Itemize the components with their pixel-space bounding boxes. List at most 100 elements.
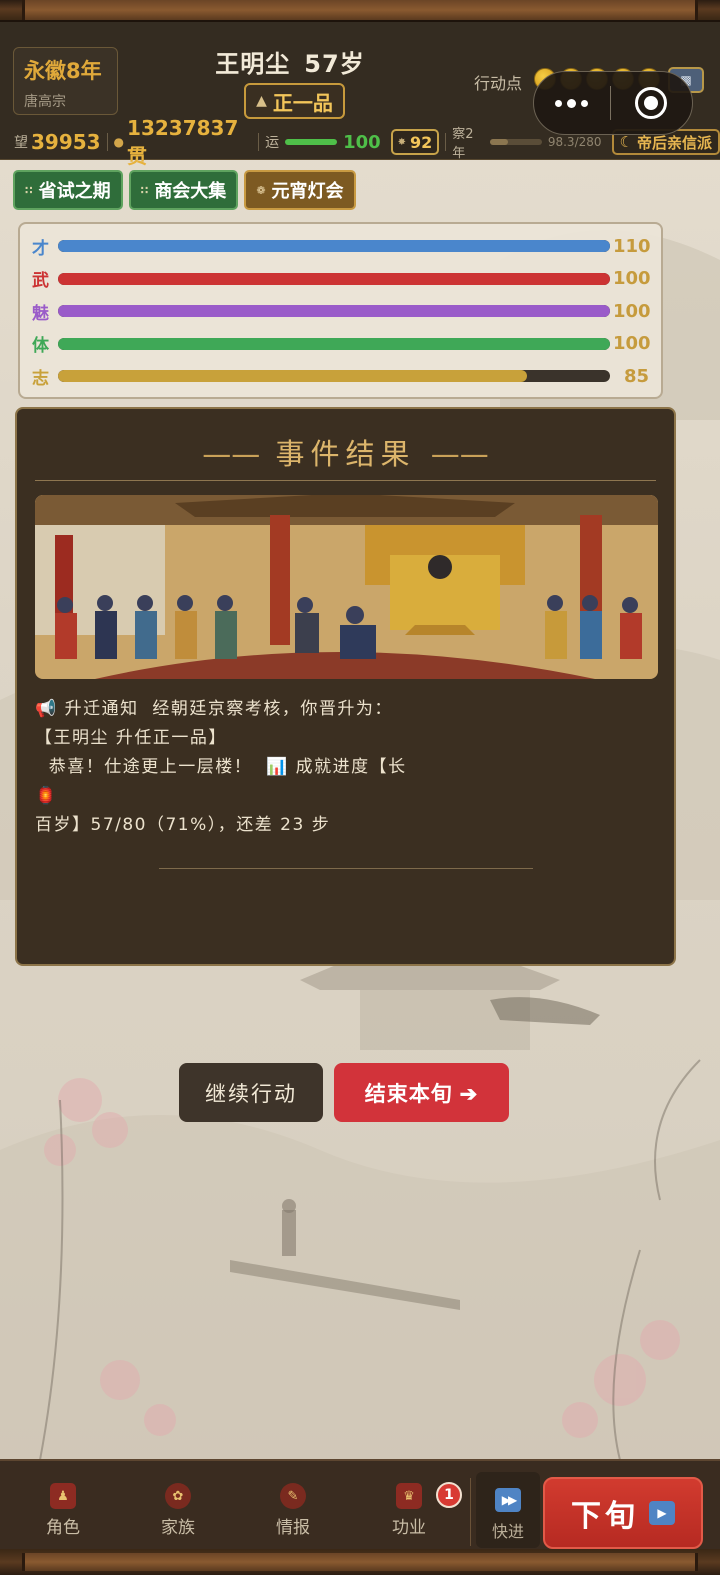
character-age: 57岁: [304, 50, 365, 78]
bottom-scroll-frame: [0, 1549, 720, 1575]
money-bag-icon: ●: [113, 135, 125, 149]
divider: [258, 133, 260, 151]
top-scroll-frame: [0, 0, 720, 22]
attribute-bar: [58, 305, 610, 318]
rank-badge[interactable]: ▲ 正一品: [244, 83, 345, 119]
court-scene-illustration: [35, 495, 658, 679]
family-crest-icon: ✿: [165, 1483, 191, 1509]
luck-label: 运: [265, 135, 280, 151]
nav-item-family[interactable]: ✿ 家族: [138, 1483, 218, 1543]
nav-item-intel[interactable]: ✎ 情报: [253, 1483, 333, 1543]
attributes-panel: 才 110 武 100 魅 100 体 100 志 85: [18, 222, 663, 399]
character-name: 王明尘: [215, 50, 291, 78]
prestige-label: 望: [14, 135, 28, 151]
play-icon: ▶: [649, 1501, 675, 1525]
attribute-row: 志 85: [32, 360, 649, 393]
nav-label: 家族: [161, 1518, 195, 1538]
nav-label: 角色: [46, 1518, 80, 1538]
luck-stat: 运 100: [265, 132, 381, 153]
attribute-row: 才 110: [32, 230, 651, 263]
nav-item-character[interactable]: ♟ 角色: [23, 1483, 103, 1543]
person-icon: ♟: [50, 1483, 76, 1509]
divider: [159, 868, 533, 869]
dots-icon: ∷: [140, 183, 149, 197]
attribute-bar: [58, 272, 610, 285]
next-period-button[interactable]: 下旬 ▶: [543, 1477, 703, 1549]
attribute-value: 85: [623, 365, 649, 387]
attribute-name: 魅: [32, 303, 49, 324]
event-result-text: 📢 升迁通知 经朝廷京察考核，你晋升为： 【王明尘 升任正一品】 恭喜！仕途更上…: [35, 695, 658, 840]
attribute-bar-fill: [58, 240, 610, 253]
nav-label: 功业: [392, 1518, 426, 1538]
fast-forward-label: 快进: [491, 1522, 524, 1541]
mini-program-capsule: [533, 71, 693, 135]
event-line: 🏮: [35, 786, 58, 806]
fast-forward-icon: ▶▶: [495, 1488, 521, 1512]
lantern-icon: ❁: [256, 183, 266, 197]
scroll-icon: ✎: [280, 1483, 306, 1509]
nav-label: 情报: [276, 1518, 310, 1538]
end-turn-button[interactable]: 结束本旬 ➔: [334, 1063, 509, 1122]
event-line: 【王明尘 升任正一品】: [35, 728, 227, 748]
event-tag[interactable]: ∷ 商会大集: [128, 170, 239, 210]
luck-value: 100: [343, 131, 381, 153]
dots-icon: ∷: [25, 183, 33, 197]
attribute-bar-fill: [58, 305, 610, 318]
era-label: 永徽8年: [24, 59, 102, 83]
divider: [35, 480, 656, 481]
event-tag-label: 省试之期: [38, 181, 111, 202]
inspect-label: 察2年: [452, 127, 474, 161]
event-line: 恭喜！仕途更上一层楼！ 📊 成就进度【长: [35, 757, 407, 777]
event-tags: ∷ 省试之期 ∷ 商会大集 ❁ 元宵灯会: [13, 170, 356, 210]
attribute-bar-fill: [58, 272, 610, 285]
attribute-bar: [58, 337, 610, 350]
close-target-icon[interactable]: [611, 87, 692, 119]
attribute-name: 才: [32, 238, 49, 259]
medal-icon: ♛: [396, 1483, 422, 1509]
attribute-name: 武: [32, 271, 49, 292]
attribute-row: 体 100: [32, 328, 651, 361]
prestige-stat: 望 39953: [14, 130, 101, 154]
attribute-bar: [58, 240, 610, 253]
event-tag[interactable]: ∷ 省试之期: [13, 170, 123, 210]
event-result-panel: —— 事件结果 —— 📢 升迁通知 经朝廷京察考核，你晋升为： 【王明尘 升任正…: [15, 407, 676, 966]
rank-label: 正一品: [272, 90, 333, 115]
divider: [106, 133, 108, 151]
coin-icon: ✸: [397, 136, 407, 148]
event-tag[interactable]: ❁ 元宵灯会: [244, 170, 356, 210]
inspect-value: 98.3/280: [547, 135, 602, 149]
notification-badge: 1: [436, 1482, 462, 1508]
event-line: 📢 升迁通知 经朝廷京察考核，你晋升为：: [35, 699, 393, 719]
merit-badge-value: 92: [410, 132, 433, 152]
emperor-label: 唐高宗: [24, 94, 66, 110]
attribute-value: 110: [613, 235, 651, 257]
more-menu-icon[interactable]: [534, 98, 610, 108]
money-stat: ● 13237837贯: [114, 116, 253, 169]
event-line: 百岁】57/80（71%），还差 23 步: [35, 815, 331, 835]
inspect-progress-bar: [490, 139, 542, 145]
event-result-title: —— 事件结果 ——: [202, 437, 489, 471]
character-name-line: 王明尘 57岁: [190, 44, 390, 79]
moon-icon: ☾: [619, 133, 633, 151]
fast-forward-button[interactable]: ▶▶ 快进: [476, 1472, 540, 1548]
attribute-value: 100: [613, 268, 651, 290]
event-tag-label: 元宵灯会: [271, 181, 344, 202]
luck-bar: [285, 139, 338, 145]
attribute-value: 100: [613, 333, 651, 355]
divider: [445, 133, 447, 151]
attribute-name: 体: [32, 336, 49, 357]
era-box[interactable]: 永徽8年 唐高宗: [13, 47, 118, 115]
divider: [470, 1478, 471, 1546]
attribute-row: 武 100: [32, 263, 651, 296]
merit-badge[interactable]: ✸ 92: [390, 129, 440, 155]
attribute-row: 魅 100: [32, 295, 651, 328]
prestige-value: 39953: [31, 130, 101, 154]
action-points-label: 行动点: [474, 74, 523, 93]
attribute-bar-fill: [58, 370, 528, 383]
attribute-name: 志: [32, 368, 49, 389]
attribute-value: 100: [613, 300, 651, 322]
event-tag-label: 商会大集: [154, 181, 227, 202]
continue-action-button[interactable]: 继续行动: [179, 1063, 323, 1122]
attribute-bar: [58, 370, 610, 383]
attribute-bar-fill: [58, 337, 610, 350]
